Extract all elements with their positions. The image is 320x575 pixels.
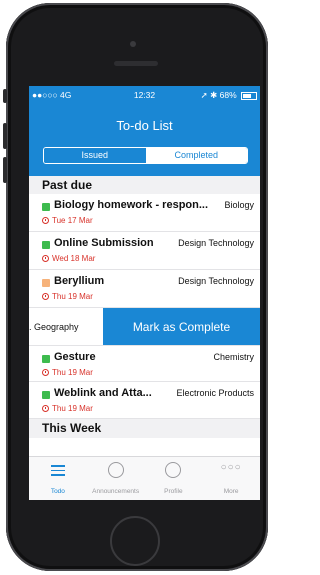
profile-icon bbox=[165, 462, 182, 478]
todo-subject: Design Technology bbox=[178, 238, 254, 248]
todo-due-date: Wed 18 Mar bbox=[42, 254, 95, 263]
page-title: To-do List bbox=[116, 118, 173, 133]
tab-more[interactable]: ○○○ More bbox=[202, 457, 260, 500]
swiped-todo-row[interactable]: . Geography Mark as Complete bbox=[29, 308, 260, 346]
todo-title: Gesture bbox=[54, 351, 96, 363]
todo-due-date: Thu 19 Mar bbox=[42, 404, 93, 413]
volume-up-button bbox=[3, 123, 7, 149]
todo-subject: Biology bbox=[224, 200, 254, 210]
todo-title: Weblink and Atta... bbox=[54, 387, 152, 399]
todo-title: Beryllium bbox=[54, 275, 105, 287]
todo-subject: Electronic Products bbox=[176, 388, 254, 398]
battery-percent: 68% bbox=[219, 90, 237, 100]
todo-row[interactable]: Gesture Chemistry Thu 19 Mar bbox=[29, 346, 260, 382]
battery-indicator: ➚ ✱ 68% bbox=[201, 90, 257, 101]
bluetooth-icon: ✱ bbox=[210, 90, 218, 100]
screen: ●●○○○ 4G 12:32 ➚ ✱ 68% To-do List Issued… bbox=[29, 86, 260, 500]
mute-switch bbox=[3, 89, 7, 103]
todo-row[interactable]: Biology homework - respon... Biology Tue… bbox=[29, 194, 260, 232]
volume-down-button bbox=[3, 157, 7, 183]
status-dot bbox=[42, 241, 50, 249]
clock-icon bbox=[42, 293, 49, 300]
clock-icon bbox=[42, 217, 49, 224]
segment-completed[interactable]: Completed bbox=[145, 148, 247, 163]
section-header-past-due: Past due bbox=[29, 176, 260, 194]
front-camera bbox=[130, 41, 136, 47]
issued-completed-segmented-control[interactable]: Issued Completed bbox=[43, 147, 248, 164]
clock-icon bbox=[42, 369, 49, 376]
tab-todo[interactable]: Todo bbox=[29, 457, 87, 500]
status-bar: ●●○○○ 4G 12:32 ➚ ✱ 68% bbox=[29, 88, 260, 102]
todo-row[interactable]: Weblink and Atta... Electronic Products … bbox=[29, 382, 260, 419]
todo-title: Online Submission bbox=[54, 237, 154, 249]
status-dot bbox=[42, 355, 50, 363]
todo-row[interactable]: Online Submission Design Technology Wed … bbox=[29, 232, 260, 270]
status-dot bbox=[42, 203, 50, 211]
section-header-this-week: This Week bbox=[29, 419, 260, 438]
todo-subject: Chemistry bbox=[213, 352, 254, 362]
todo-due-date: Tue 17 Mar bbox=[42, 216, 93, 225]
tab-bar: Todo Announcements Profile ○○○ More bbox=[29, 456, 260, 500]
home-button[interactable] bbox=[110, 516, 160, 566]
todo-due-date: Thu 19 Mar bbox=[42, 292, 93, 301]
tab-announcements[interactable]: Announcements bbox=[87, 457, 145, 500]
clock-icon bbox=[42, 255, 49, 262]
status-dot bbox=[42, 279, 50, 287]
list-icon bbox=[50, 462, 65, 479]
battery-icon bbox=[241, 91, 257, 100]
segment-issued[interactable]: Issued bbox=[44, 148, 146, 163]
status-dot bbox=[42, 391, 50, 399]
megaphone-icon bbox=[107, 462, 124, 478]
clock-icon bbox=[42, 405, 49, 412]
mark-as-complete-button[interactable]: Mark as Complete bbox=[103, 308, 260, 345]
todo-row[interactable]: Beryllium Design Technology Thu 19 Mar bbox=[29, 270, 260, 308]
location-icon: ➚ bbox=[200, 90, 208, 100]
todo-subject: Design Technology bbox=[178, 276, 254, 286]
more-icon: ○○○ bbox=[220, 462, 242, 473]
nav-bar: ●●○○○ 4G 12:32 ➚ ✱ 68% To-do List Issued… bbox=[29, 86, 260, 176]
todo-due-date: Thu 19 Mar bbox=[42, 368, 93, 377]
earpiece bbox=[114, 61, 158, 66]
todo-subject: . Geography bbox=[29, 322, 79, 332]
tab-profile[interactable]: Profile bbox=[145, 457, 203, 500]
todo-title: Biology homework - respon... bbox=[54, 199, 209, 211]
